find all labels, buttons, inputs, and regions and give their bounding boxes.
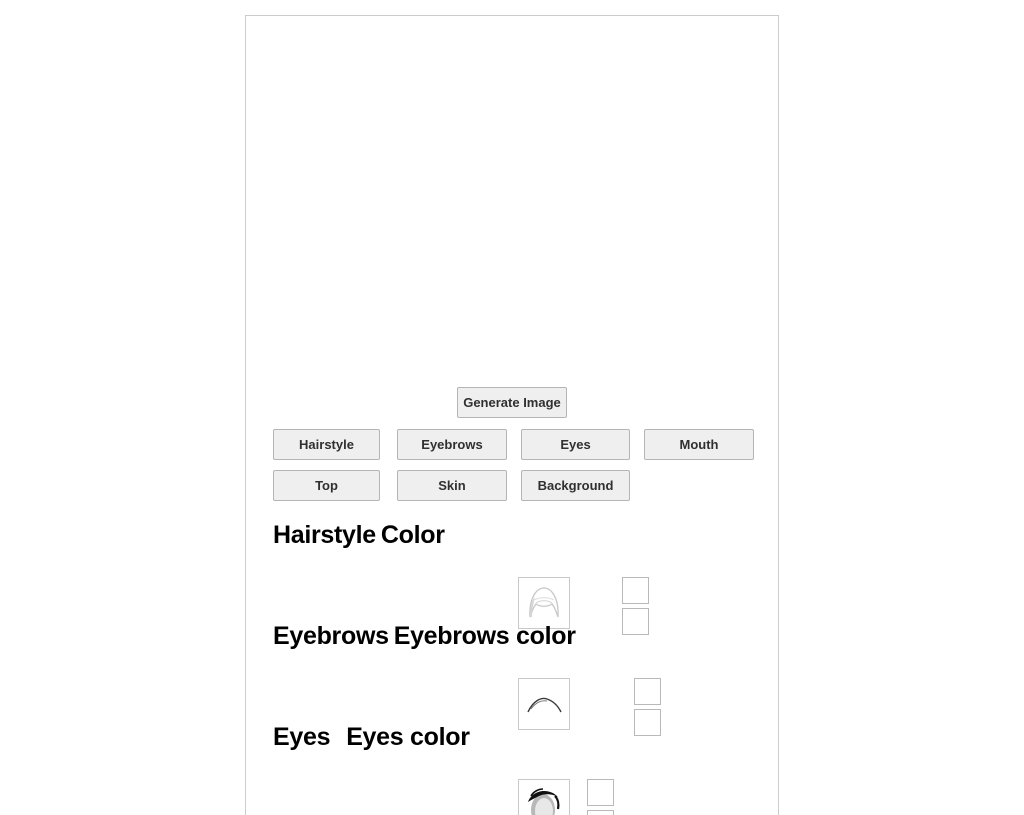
section-eyes: Eyes Eyes color bbox=[246, 16, 778, 815]
heading-eyes-shape: Eyes bbox=[273, 723, 331, 751]
eyes-color-swatch-2[interactable] bbox=[587, 810, 614, 815]
heading-eyes-color: Eyes color bbox=[346, 723, 470, 751]
eyes-option-thumbnail[interactable] bbox=[518, 779, 570, 815]
app-frame: Generate Image Hairstyle Eyebrows Eyes M… bbox=[245, 15, 779, 815]
eyes-color-swatch-1[interactable] bbox=[587, 779, 614, 806]
eyes-color-swatches bbox=[587, 779, 615, 815]
section-eyes-headings: Eyes Eyes color bbox=[273, 723, 470, 751]
eye-icon bbox=[519, 780, 569, 815]
